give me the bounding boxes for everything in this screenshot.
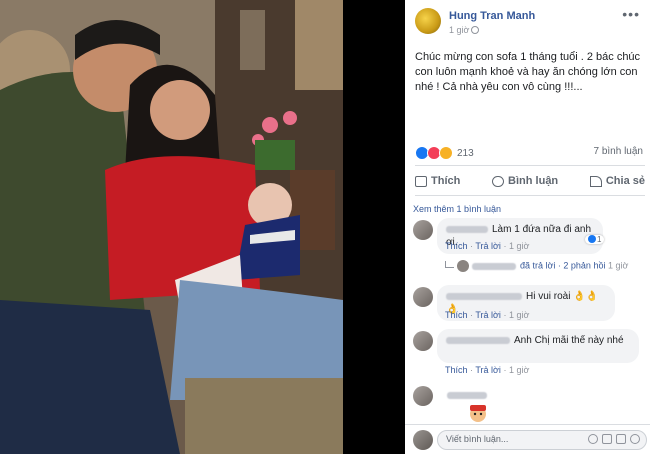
author-avatar[interactable] (415, 8, 441, 34)
commenter-avatar[interactable] (413, 220, 433, 240)
share-button[interactable]: Chia sẻ (589, 170, 645, 192)
comment-reply-link[interactable]: Trả lời (475, 241, 501, 251)
view-more-comments-link[interactable]: Xem thêm 1 bình luận (413, 204, 501, 214)
commenter-avatar[interactable] (413, 331, 433, 351)
commenter-avatar[interactable] (413, 386, 433, 406)
post-text: Chúc mừng con sofa 1 tháng tuổi . 2 bác … (415, 51, 641, 93)
wow-reaction-icon (439, 146, 453, 160)
reaction-summary[interactable]: 213 7 bình luận (415, 146, 645, 160)
camera-icon[interactable] (602, 434, 612, 444)
post-panel: Hung Tran Manh 1 giờ ••• Chúc mừng con s… (405, 0, 650, 454)
comment-time[interactable]: 1 giờ (509, 241, 529, 251)
comment-button[interactable]: Bình luận (492, 170, 558, 192)
reaction-count: 213 (457, 147, 474, 159)
post-header: Hung Tran Manh 1 giờ ••• (405, 0, 650, 40)
comment-bubble: Anh Chị mãi thế này nhé (437, 329, 639, 363)
like-button[interactable]: Thích (415, 170, 460, 192)
commenter-name[interactable] (446, 336, 510, 344)
emoji-icon[interactable] (588, 434, 598, 444)
globe-icon (471, 26, 480, 34)
replier-name (472, 262, 516, 270)
comment-meta: Thích · Trả lời · 1 giờ (445, 310, 530, 320)
comment-meta: Thích · Trả lời · 1 giờ (445, 365, 530, 375)
post-photo (0, 0, 343, 454)
comment-reply-link[interactable]: Trả lời (475, 310, 501, 320)
like-reaction-icon (588, 235, 596, 243)
thumbs-up-icon (415, 175, 427, 187)
comment-reply-link[interactable]: Trả lời (475, 365, 501, 375)
composer-icons (588, 434, 640, 444)
comment-like-link[interactable]: Thích (445, 365, 468, 375)
comment-count[interactable]: 7 bình luận (594, 146, 644, 157)
sticker-icon (470, 405, 486, 422)
comment-meta: Thích · Trả lời · 1 giờ (445, 241, 530, 251)
commenter-name[interactable] (447, 392, 487, 399)
reply-thread-summary[interactable]: đã trả lời · 2 phản hồi 1 giờ (445, 260, 628, 272)
comment-like-link[interactable]: Thích (445, 241, 468, 251)
comment-icon (492, 175, 505, 187)
photo-pane[interactable] (0, 0, 343, 454)
gif-icon[interactable] (616, 434, 626, 444)
action-bar: Thích Bình luận Chia sẻ (415, 170, 645, 192)
commenter-name[interactable] (446, 292, 522, 300)
sticker-picker-icon[interactable] (630, 434, 640, 444)
divider (415, 165, 645, 166)
comments-section: Xem thêm 1 bình luận Làm 1 đứa nữa đi an… (405, 198, 650, 454)
post-time[interactable]: 1 giờ (449, 25, 480, 35)
comment-composer: Viết bình luận... (405, 424, 650, 454)
commenter-name[interactable] (446, 225, 488, 233)
reply-arrow-icon (445, 261, 454, 269)
replier-avatar (457, 260, 469, 272)
comment-time[interactable]: 1 giờ (509, 365, 529, 375)
divider (415, 195, 645, 196)
comment-like-link[interactable]: Thích (445, 310, 468, 320)
more-options-icon[interactable]: ••• (622, 6, 640, 22)
author-name[interactable]: Hung Tran Manh (449, 10, 535, 22)
commenter-avatar[interactable] (413, 287, 433, 307)
share-icon (589, 175, 602, 187)
current-user-avatar (413, 430, 433, 450)
comment-reaction-badge[interactable]: 1 (585, 235, 605, 244)
comment-input[interactable]: Viết bình luận... (437, 430, 647, 450)
comment-time[interactable]: 1 giờ (509, 310, 529, 320)
